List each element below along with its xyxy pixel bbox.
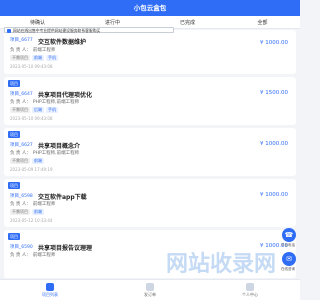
- tag-chip: 前端: [32, 158, 44, 164]
- project-number: 项目_6677: [10, 38, 33, 43]
- nav-profile[interactable]: 个人中心: [200, 280, 300, 300]
- project-time: 2023-05-12 10:33:44: [10, 218, 53, 223]
- project-owner: 负 责 人： 前端工程师: [10, 201, 55, 207]
- project-title: 共享项目代理项优化: [38, 92, 93, 99]
- list-item[interactable]: 项目 项目_6598 交互软件app下载 ¥ 1000.00 负 责 人： 前端…: [4, 179, 296, 227]
- tooltip-text: 网站在线出售中专业提供网站建设服务联系客服购买: [13, 28, 101, 33]
- project-owner: 负 责 人： 前端工程师: [10, 252, 55, 258]
- owner-value: PHP工程师,前端工程师: [32, 151, 80, 156]
- project-price: ¥ 1000.00: [260, 192, 288, 198]
- owner-value: 前端工程师: [32, 48, 56, 53]
- info-icon: [7, 29, 11, 33]
- watermark-logo: 网站收录网: [166, 251, 276, 277]
- project-number: 项目_6627: [10, 143, 33, 148]
- project-price: ¥ 1000.00: [260, 141, 288, 147]
- owner-value: 前端工程师: [32, 202, 56, 207]
- owner-label: 负 责 人：: [10, 48, 31, 53]
- project-price: ¥ 1500.00: [260, 90, 288, 96]
- bottom-nav: 项目列表 发订单 个人中心: [0, 279, 300, 300]
- tag-chip: 前端: [32, 209, 44, 215]
- owner-value: PHP工程师,前端工程师: [32, 100, 80, 105]
- list-icon: [46, 282, 54, 291]
- project-owner: 负 责 人： PHP工程师,前端工程师: [10, 99, 79, 105]
- list-item[interactable]: 项目_6677 交互软件数据维护 ¥ 1000.00 负 责 人： 前端工程师 …: [4, 30, 296, 74]
- tooltip: 网站在线出售中专业提供网站建设服务联系客服购买: [4, 27, 174, 33]
- list-item[interactable]: 项目 项目_6647 共享项目代理项优化 ¥ 1500.00 负 责 人： PH…: [4, 77, 296, 125]
- phone-button[interactable]: ☎: [282, 228, 296, 242]
- owner-value: 前端工程师: [32, 253, 56, 258]
- nav-label: 发订单: [144, 291, 156, 297]
- project-time: 2023-05-09 17:49:19: [10, 167, 53, 172]
- user-icon: [246, 282, 254, 291]
- project-badge: 项目: [8, 182, 20, 189]
- nav-post-order[interactable]: 发订单: [100, 280, 200, 300]
- owner-label: 负 责 人：: [10, 202, 31, 207]
- tab-completed[interactable]: 已完成: [150, 19, 225, 26]
- tag-chip: 不需项目: [10, 107, 30, 113]
- project-number: 项目_6590: [10, 245, 33, 250]
- project-price: ¥ 1000.00: [260, 40, 288, 46]
- list-item[interactable]: 项目 项目_6627 共享项目概念介 ¥ 1000.00 负 责 人： PHP工…: [4, 128, 296, 176]
- project-time: 2023-05-10 09:43:08: [10, 64, 53, 69]
- project-title: 共享项目概念介: [38, 143, 81, 150]
- project-tags: 不需项目 前端: [10, 209, 44, 215]
- owner-label: 负 责 人：: [10, 151, 31, 156]
- tab-in-progress[interactable]: 进行中: [75, 19, 150, 26]
- tag-chip: 手机: [46, 55, 58, 61]
- add-icon: [146, 282, 154, 291]
- tab-pending[interactable]: 待确认: [0, 19, 75, 26]
- owner-label: 负 责 人：: [10, 253, 31, 258]
- project-owner: 负 责 人： 前端工程师: [10, 47, 55, 53]
- owner-label: 负 责 人：: [10, 100, 31, 105]
- project-title: 交互软件数据维护: [38, 39, 87, 46]
- page-title: 小包云盒包: [133, 4, 167, 12]
- project-tags: 不需项目 前端 手机: [10, 55, 58, 61]
- project-badge: 项目: [8, 233, 20, 240]
- project-title: 交互软件app下载: [38, 194, 87, 201]
- project-owner: 负 责 人： PHP工程师,前端工程师: [10, 150, 79, 156]
- project-tags: 不需项目 前端: [10, 158, 44, 164]
- project-tags: 不需项目 后端 手机: [10, 107, 58, 113]
- app-header: 小包云盒包: [0, 0, 300, 16]
- project-number: 项目_6647: [10, 92, 33, 97]
- tag-chip: 不需项目: [10, 158, 30, 164]
- project-time: 2023-05-10 09:43:08: [10, 116, 53, 121]
- tag-chip: 后端: [32, 107, 44, 113]
- project-badge: 项目: [8, 80, 20, 87]
- tab-all[interactable]: 全部: [225, 19, 300, 26]
- tag-chip: 不需项目: [10, 55, 30, 61]
- nav-project-list[interactable]: 项目列表: [0, 280, 100, 300]
- nav-label: 个人中心: [242, 291, 258, 297]
- project-title: 共享项目报告议理理: [38, 245, 93, 252]
- project-number: 项目_6598: [10, 194, 33, 199]
- tag-chip: 前端: [32, 55, 44, 61]
- watermark-text: 网站收录网: [166, 251, 276, 277]
- tag-chip: 手机: [46, 107, 58, 113]
- phone-icon: ☎: [284, 231, 294, 239]
- tag-chip: 不需项目: [10, 209, 30, 215]
- nav-label: 项目列表: [42, 291, 58, 297]
- project-badge: 项目: [8, 131, 20, 138]
